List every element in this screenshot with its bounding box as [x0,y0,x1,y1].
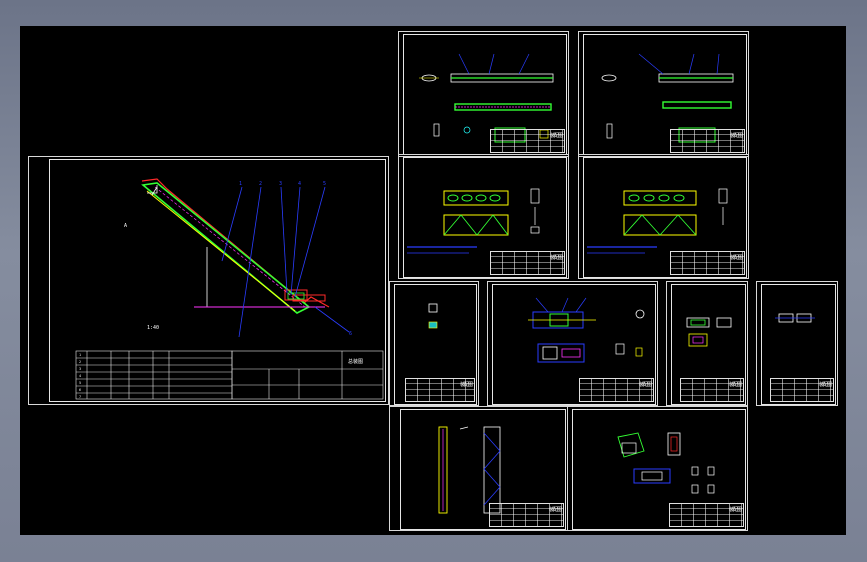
sheet-bottom-left[interactable]: 装配图 [389,406,568,531]
sheet-top-left[interactable]: 装配图 [398,31,569,157]
svg-text:2: 2 [259,181,262,187]
svg-text:A: A [124,223,127,229]
svg-text:4: 4 [79,374,81,378]
sheet-row3-a[interactable]: 装配图 [389,281,479,406]
svg-text:2: 2 [79,360,81,364]
title-block: 装配图 [489,503,564,527]
main-scale-label: 1:40 [147,325,159,331]
title-block: 装配图 [669,503,744,527]
svg-text:4: 4 [298,181,301,187]
title-block: 装配图 [680,378,744,402]
svg-text:5: 5 [323,181,326,187]
svg-text:1: 1 [79,353,81,357]
title-block: 装配图 [670,129,745,153]
title-block: 装配图 [670,251,745,275]
svg-text:3: 3 [279,181,282,187]
sheet-top-right[interactable]: 装配图 [578,31,749,157]
sheet-mid-right[interactable]: 装配图 [578,154,749,279]
sheet-row3-d[interactable]: 装配图 [756,281,838,406]
title-block: 装配图 [490,251,565,275]
svg-text:5: 5 [79,381,81,385]
sheet-row3-c[interactable]: 装配图 [666,281,748,406]
title-block: 装配图 [490,129,565,153]
title-block: 装配图 [405,378,475,402]
title-block: 装配图 [770,378,834,402]
main-assembly-sheet[interactable]: 1 2 3 4 5 6 A 1:40 1 2 3 4 5 6 7 总装图 [28,156,389,405]
svg-text:1: 1 [239,181,242,187]
cad-model-space[interactable]: 1 2 3 4 5 6 A 1:40 1 2 3 4 5 6 7 总装图 装配图 装配… [20,26,846,535]
main-conveyor-drawing: 1 2 3 4 5 6 A 1:40 123 456 7 总装图 [75,178,384,400]
svg-text:6: 6 [79,388,81,392]
sheet-row3-b[interactable]: 装配图 [487,281,658,406]
main-title-text: 总装图 [348,358,363,365]
svg-text:7: 7 [79,395,81,399]
svg-text:6: 6 [349,331,352,337]
sheet-mid-left[interactable]: 装配图 [398,154,569,279]
sheet-bottom-right[interactable]: 装配图 [567,406,748,531]
svg-text:3: 3 [79,367,81,371]
title-block: 装配图 [579,378,654,402]
